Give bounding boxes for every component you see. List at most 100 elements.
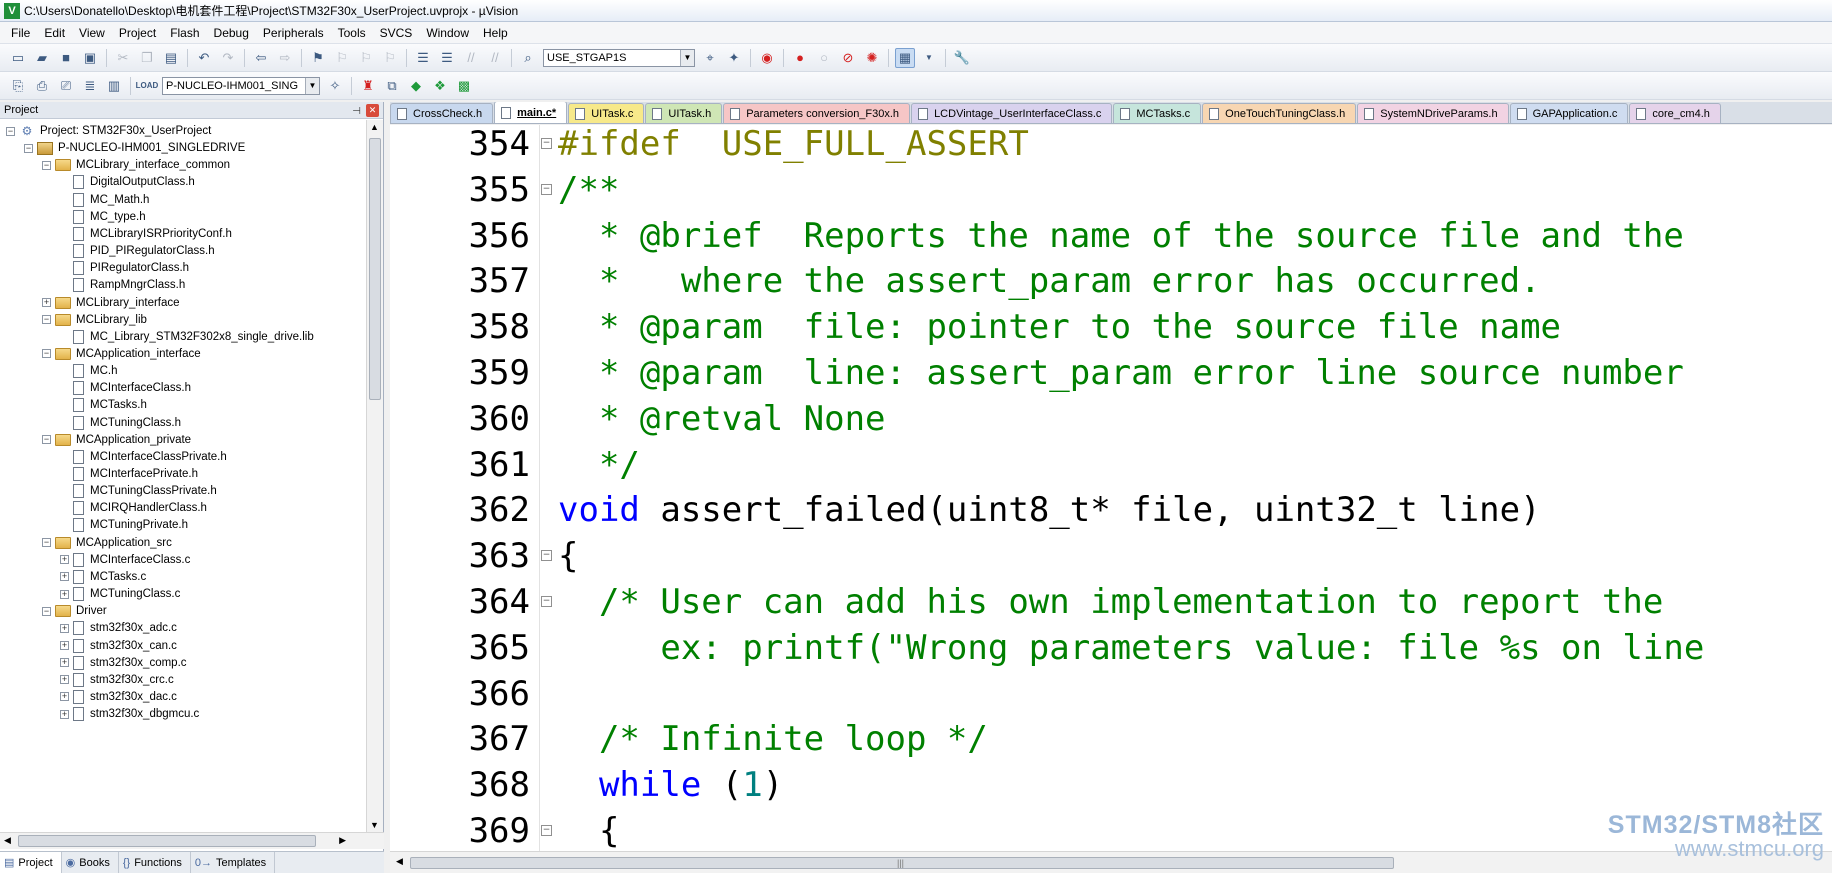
chevron-down-icon[interactable]: ▼: [680, 49, 694, 66]
editor-tab[interactable]: GAPApplication.c: [1509, 103, 1629, 123]
editor-tab[interactable]: CrossCheck.h: [390, 103, 494, 123]
code-line[interactable]: 360 * @retval None: [390, 396, 1832, 442]
incremental-find-icon[interactable]: ✦: [724, 48, 744, 68]
chevron-down-icon[interactable]: ▼: [305, 77, 319, 94]
fold-collapse-icon[interactable]: −: [541, 183, 552, 195]
target-options-icon[interactable]: ✧: [325, 76, 345, 96]
tree-vertical-scrollbar[interactable]: ▲ ▼: [366, 120, 383, 832]
target-select[interactable]: P-NUCLEO-IHM001_SING ▼: [162, 76, 320, 95]
fold-collapse-icon[interactable]: −: [541, 550, 552, 562]
code-line[interactable]: 358 * @param file: pointer to the source…: [390, 304, 1832, 350]
copy-icon[interactable]: ❐: [137, 48, 157, 68]
scrollbar-thumb[interactable]: [18, 835, 316, 847]
save-all-icon[interactable]: ▣: [80, 48, 100, 68]
open-folder-icon[interactable]: ▰: [32, 48, 52, 68]
debug-session-icon[interactable]: ◉: [757, 48, 777, 68]
disable-breakpoints-icon[interactable]: ⊘: [838, 48, 858, 68]
configure-icon[interactable]: 🔧: [952, 48, 972, 68]
code-line[interactable]: 364− /* User can add his own implementat…: [390, 579, 1832, 625]
editor-tab[interactable]: core_cm4.h: [1629, 103, 1721, 123]
paste-icon[interactable]: ▤: [161, 48, 181, 68]
close-icon[interactable]: ✕: [366, 104, 379, 117]
collapse-icon[interactable]: −: [6, 126, 15, 136]
navigate-forward-icon[interactable]: ⇨: [275, 48, 295, 68]
expand-icon[interactable]: +: [60, 658, 69, 668]
menu-svcs[interactable]: SVCS: [373, 23, 420, 43]
translate-icon[interactable]: ⎘: [8, 76, 28, 96]
menu-flash[interactable]: Flash: [163, 23, 206, 43]
scroll-left-icon[interactable]: ◀: [4, 835, 11, 846]
batch-build-icon[interactable]: ≣: [80, 76, 100, 96]
navigate-back-icon[interactable]: ⇦: [251, 48, 271, 68]
collapse-icon[interactable]: −: [42, 315, 51, 325]
tree-item[interactable]: + stm32f30x_dbgmcu.c: [60, 704, 199, 724]
new-file-icon[interactable]: ▭: [8, 48, 28, 68]
editor-tab[interactable]: Parameters conversion_F30x.h: [723, 103, 911, 123]
scrollbar-thumb[interactable]: [369, 138, 381, 400]
code-line[interactable]: 365 ex: printf("Wrong parameters value: …: [390, 625, 1832, 671]
next-bookmark-icon[interactable]: ⚐: [356, 48, 376, 68]
collapse-icon[interactable]: −: [42, 349, 51, 359]
menu-project[interactable]: Project: [112, 23, 163, 43]
fold-collapse-icon[interactable]: −: [541, 596, 552, 607]
editor-tab[interactable]: LCDVintage_UserInterfaceClass.c: [911, 103, 1113, 123]
find-icon[interactable]: ⌖: [700, 48, 720, 68]
code-line[interactable]: 366: [390, 671, 1832, 717]
code-line[interactable]: 361 */: [390, 442, 1832, 488]
collapse-icon[interactable]: −: [42, 606, 51, 616]
redo-icon[interactable]: ↷: [218, 48, 238, 68]
editor-tab[interactable]: UITask.c: [568, 103, 645, 123]
pane-tab-books[interactable]: ◉ Books: [62, 852, 119, 873]
indent-icon[interactable]: ☰: [413, 48, 433, 68]
scrollbar-thumb[interactable]: |||: [410, 857, 1394, 869]
menu-debug[interactable]: Debug: [207, 23, 256, 43]
menu-edit[interactable]: Edit: [37, 23, 72, 43]
code-line[interactable]: 357 * where the assert_param error has o…: [390, 258, 1832, 304]
pin-icon[interactable]: ⊣: [352, 103, 361, 120]
collapse-icon[interactable]: −: [42, 435, 51, 445]
code-line[interactable]: 363−{: [390, 533, 1832, 579]
expand-icon[interactable]: +: [60, 623, 69, 633]
manage-multi-project-icon[interactable]: ⧉: [382, 76, 402, 96]
pack-installer-icon[interactable]: ❖: [430, 76, 450, 96]
expand-icon[interactable]: +: [60, 555, 69, 565]
pane-tab-project[interactable]: ▤ Project: [0, 852, 62, 873]
editor-tab[interactable]: main.c*: [494, 102, 568, 123]
menu-file[interactable]: File: [4, 23, 37, 43]
collapse-icon[interactable]: −: [42, 538, 51, 548]
code-line[interactable]: 355−/**: [390, 167, 1832, 213]
download-icon[interactable]: LOAD: [136, 76, 159, 96]
menu-tools[interactable]: Tools: [331, 23, 373, 43]
insert-breakpoint-icon[interactable]: ●: [790, 48, 810, 68]
expand-icon[interactable]: +: [60, 675, 69, 685]
code-line[interactable]: 362 void assert_failed(uint8_t* file, uin…: [390, 487, 1832, 533]
code-line[interactable]: 368 while (1): [390, 762, 1832, 808]
expand-icon[interactable]: +: [42, 298, 51, 307]
prev-bookmark-icon[interactable]: ⚐: [332, 48, 352, 68]
editor-tab[interactable]: OneTouchTuningClass.h: [1202, 103, 1357, 123]
expand-icon[interactable]: +: [60, 692, 69, 702]
pane-tab-templates[interactable]: 0→ Templates: [191, 852, 276, 873]
expand-icon[interactable]: +: [60, 572, 69, 582]
scroll-right-icon[interactable]: ▶: [339, 835, 346, 846]
kill-breakpoints-icon[interactable]: ✺: [862, 48, 882, 68]
manage-components-icon[interactable]: ◆: [406, 76, 426, 96]
scroll-down-icon[interactable]: ▼: [370, 820, 379, 830]
bookmark-icon[interactable]: ⚑: [308, 48, 328, 68]
expand-icon[interactable]: +: [60, 589, 69, 599]
editor-tab[interactable]: UITask.h: [645, 103, 723, 123]
window-layout-icon[interactable]: ▦: [895, 47, 915, 68]
expand-icon[interactable]: +: [60, 709, 69, 719]
code-editor[interactable]: 354− #ifdef USE_FULL_ASSERT 355−/** 356 * @…: [390, 125, 1832, 851]
menu-help[interactable]: Help: [476, 23, 515, 43]
menu-window[interactable]: Window: [419, 23, 476, 43]
code-line[interactable]: 359 * @param line: assert_param error li…: [390, 350, 1832, 396]
enable-breakpoint-icon[interactable]: ○: [814, 48, 834, 68]
file-extensions-icon[interactable]: ♜: [358, 76, 378, 96]
code-line[interactable]: 354− #ifdef USE_FULL_ASSERT: [390, 125, 1832, 167]
code-line[interactable]: 367 /* Infinite loop */: [390, 716, 1832, 762]
build-icon[interactable]: ⎙: [32, 76, 52, 96]
scroll-left-icon[interactable]: ◀: [396, 856, 403, 867]
uncomment-icon[interactable]: //: [485, 48, 505, 68]
layout-dropdown-icon[interactable]: ▼: [919, 48, 939, 68]
